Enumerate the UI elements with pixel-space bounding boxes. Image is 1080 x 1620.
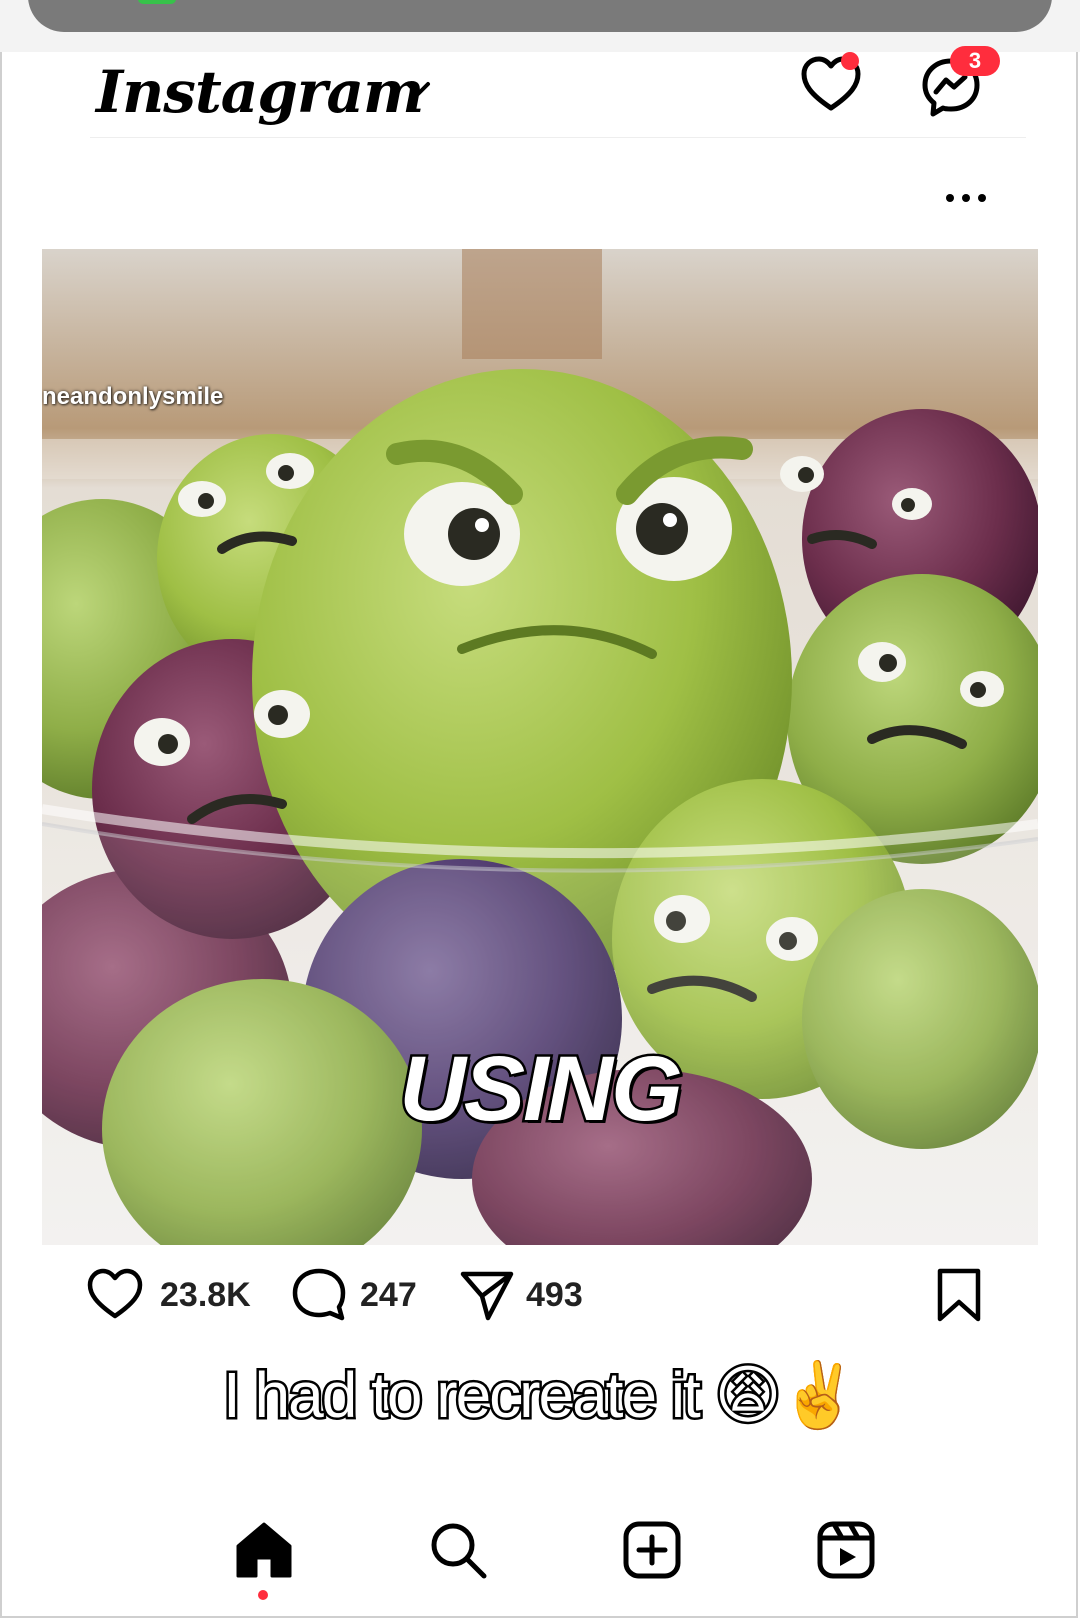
app-header: Instagram 3 (0, 46, 1080, 138)
notification-dot (841, 52, 859, 70)
instagram-logo[interactable]: Instagram (96, 52, 424, 132)
post-image[interactable]: neandonlysmile USING (42, 249, 1038, 1245)
bottom-nav (0, 1510, 1080, 1600)
home-active-dot (258, 1590, 268, 1600)
post-overlay-text: USING (397, 1036, 685, 1143)
search-icon[interactable] (426, 1518, 490, 1582)
home-icon[interactable] (232, 1518, 296, 1582)
like-icon[interactable] (86, 1266, 144, 1324)
status-indicator (138, 0, 176, 4)
share-icon[interactable] (458, 1266, 516, 1324)
create-icon[interactable] (620, 1518, 684, 1582)
video-caption: I had to recreate it 😩✌️ (220, 1357, 861, 1434)
share-count: 493 (526, 1276, 583, 1314)
reels-icon[interactable] (814, 1518, 878, 1582)
post-watermark: neandonlysmile (42, 383, 224, 410)
comment-icon[interactable] (290, 1266, 348, 1324)
post-actions: 23.8K 247 493 (0, 1262, 1080, 1322)
like-count: 23.8K (160, 1276, 251, 1314)
system-bar (0, 0, 1080, 52)
header-divider (90, 137, 1026, 138)
messages-badge: 3 (950, 46, 1000, 76)
comment-count: 247 (360, 1276, 417, 1314)
status-pill (28, 0, 1052, 32)
more-options-icon[interactable] (944, 188, 988, 208)
bookmark-icon[interactable] (930, 1266, 988, 1324)
chevron-down-icon[interactable] (400, 64, 436, 114)
